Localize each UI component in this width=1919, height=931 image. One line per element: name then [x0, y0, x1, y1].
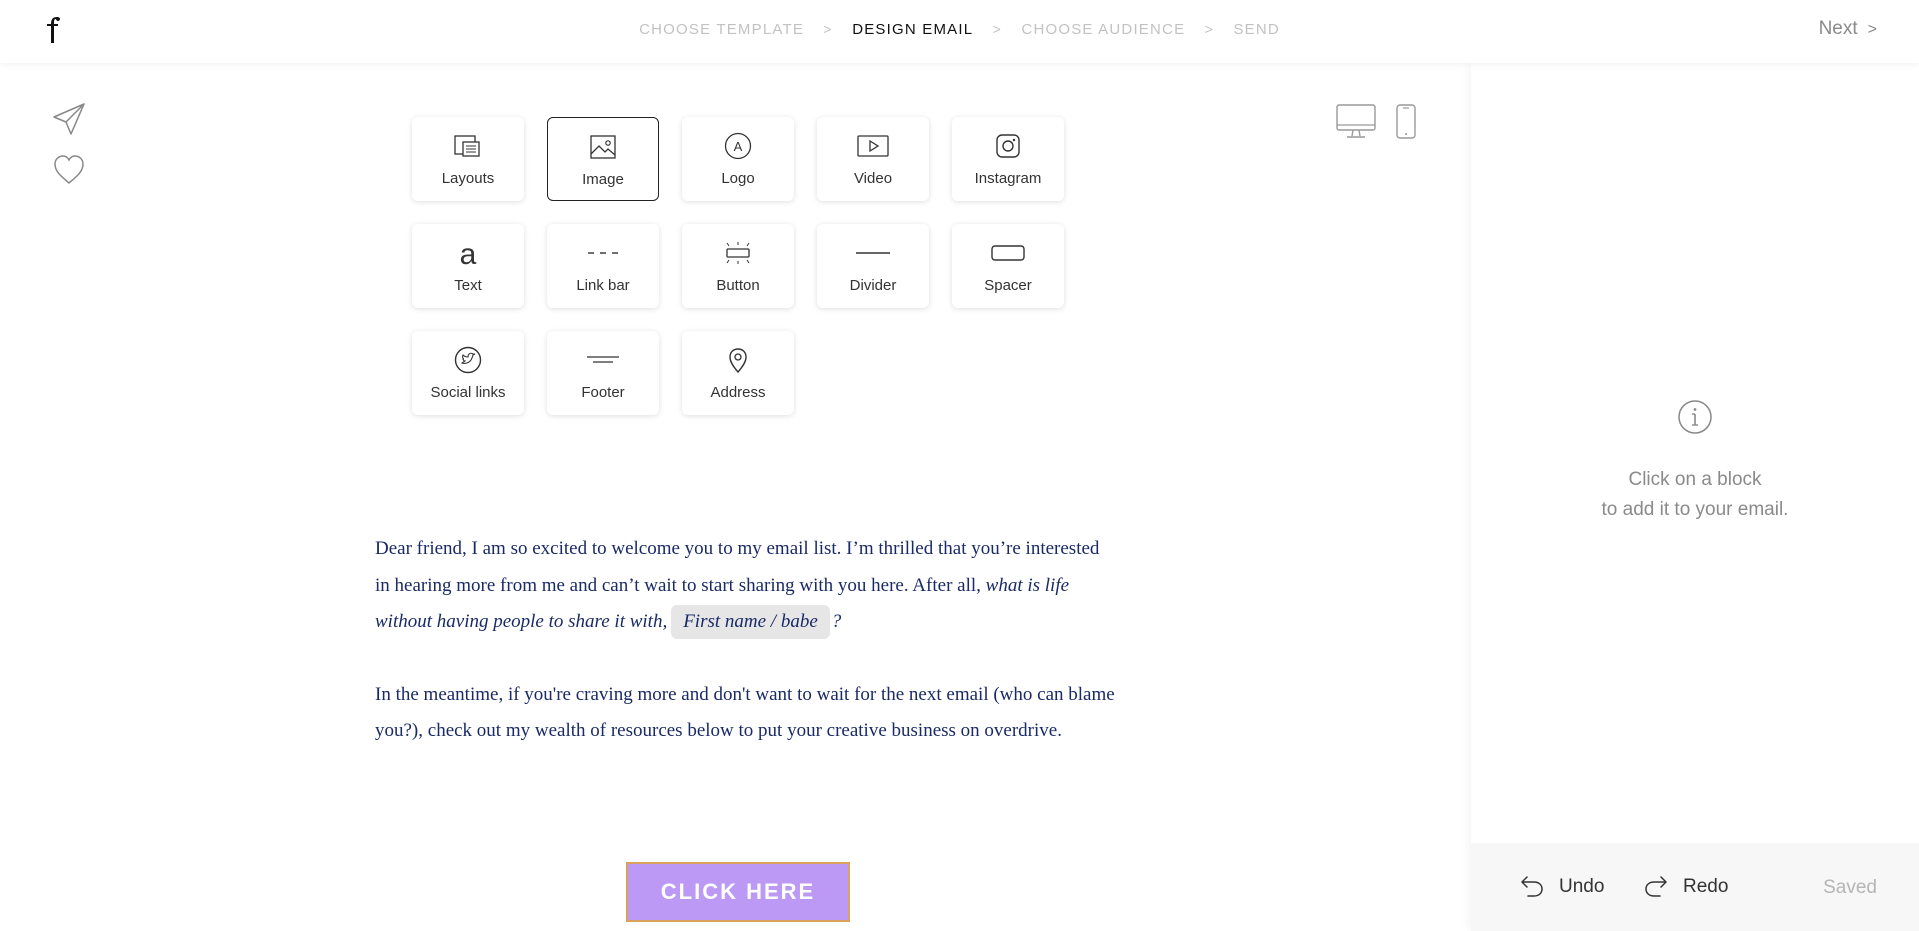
spacer-icon	[991, 245, 1025, 261]
undo-icon	[1521, 876, 1543, 897]
block-text[interactable]: a Text	[412, 224, 524, 308]
block-footer[interactable]: Footer	[547, 331, 659, 415]
email-canvas[interactable]: Dear friend, I am so excited to welcome …	[375, 531, 1115, 786]
footer-icon	[587, 356, 619, 363]
block-label: Layouts	[441, 170, 495, 187]
chevron-right-icon: >	[1867, 21, 1877, 38]
svg-text:A: A	[734, 139, 743, 154]
svg-text:a: a	[460, 238, 477, 268]
message-line-2: to add it to your email.	[1601, 499, 1789, 520]
step-breadcrumb: CHOOSE TEMPLATE > DESIGN EMAIL > CHOOSE …	[0, 20, 1919, 38]
block-label: Footer	[581, 384, 625, 401]
block-label: Social links	[430, 384, 506, 401]
redo-icon	[1645, 876, 1667, 897]
info-icon	[1678, 400, 1712, 434]
logo-icon: A	[724, 132, 752, 160]
email-paragraph-2[interactable]: In the meantime, if you're craving more …	[375, 677, 1115, 750]
heart-icon[interactable]	[52, 153, 86, 187]
step-send[interactable]: SEND	[1233, 21, 1279, 38]
block-label: Instagram	[974, 170, 1042, 187]
block-link-bar[interactable]: Link bar	[547, 224, 659, 308]
send-icon[interactable]	[52, 102, 86, 136]
step-design-email[interactable]: DESIGN EMAIL	[852, 21, 973, 38]
redo-button[interactable]: Redo	[1643, 875, 1728, 899]
button-icon	[726, 242, 750, 264]
saved-status: Saved	[1823, 877, 1877, 898]
desktop-view-icon[interactable]	[1336, 104, 1376, 140]
block-label: Divider	[849, 277, 897, 294]
block-label: Link bar	[576, 277, 630, 294]
block-button[interactable]: Button	[682, 224, 794, 308]
block-social-links[interactable]: Social links	[412, 331, 524, 415]
block-address[interactable]: Address	[682, 331, 794, 415]
panel-footer: Undo Redo Saved	[1471, 843, 1919, 931]
text-icon: a	[460, 238, 477, 268]
undo-label: Undo	[1559, 876, 1605, 897]
block-image[interactable]: Image	[547, 117, 659, 201]
step-choose-template[interactable]: CHOOSE TEMPLATE	[639, 21, 804, 38]
paragraph-end-text: ?	[831, 611, 842, 632]
block-label: Video	[853, 170, 893, 187]
block-layouts[interactable]: Layouts	[412, 117, 524, 201]
block-label: Logo	[721, 170, 755, 187]
properties-panel: Click on a block to add it to your email…	[1471, 63, 1919, 931]
email-cta-button[interactable]: CLICK HERE	[626, 862, 850, 922]
block-spacer[interactable]: Spacer	[952, 224, 1064, 308]
layouts-icon	[454, 135, 480, 157]
step-separator: >	[1204, 21, 1215, 38]
empty-state-message: Click on a block to add it to your email…	[1471, 465, 1919, 525]
next-button[interactable]: Next >	[1819, 18, 1877, 40]
step-separator: >	[992, 21, 1003, 38]
video-icon	[857, 135, 889, 157]
mobile-view-icon[interactable]	[1396, 104, 1416, 140]
merge-tag-first-name[interactable]: First name / babe	[671, 605, 830, 639]
undo-button[interactable]: Undo	[1519, 875, 1604, 899]
block-video[interactable]: Video	[817, 117, 929, 201]
block-label: Text	[454, 277, 482, 294]
divider-icon	[856, 252, 890, 254]
email-paragraph-1[interactable]: Dear friend, I am so excited to welcome …	[375, 531, 1115, 641]
redo-label: Redo	[1683, 876, 1729, 897]
block-label: Image	[582, 171, 624, 188]
message-line-1: Click on a block	[1628, 469, 1762, 490]
block-label: Address	[710, 384, 766, 401]
social-links-icon	[454, 346, 482, 374]
next-label: Next	[1818, 18, 1858, 39]
block-divider[interactable]: Divider	[817, 224, 929, 308]
block-logo[interactable]: A Logo	[682, 117, 794, 201]
block-label: Button	[716, 277, 760, 294]
link-bar-icon	[588, 252, 618, 254]
instagram-icon	[996, 134, 1020, 158]
step-separator: >	[823, 21, 833, 38]
block-label: Spacer	[984, 277, 1032, 294]
step-choose-audience[interactable]: CHOOSE AUDIENCE	[1021, 21, 1185, 38]
block-instagram[interactable]: Instagram	[952, 117, 1064, 201]
image-icon	[590, 135, 616, 159]
address-icon	[729, 348, 747, 374]
top-bar: CHOOSE TEMPLATE > DESIGN EMAIL > CHOOSE …	[0, 0, 1919, 63]
